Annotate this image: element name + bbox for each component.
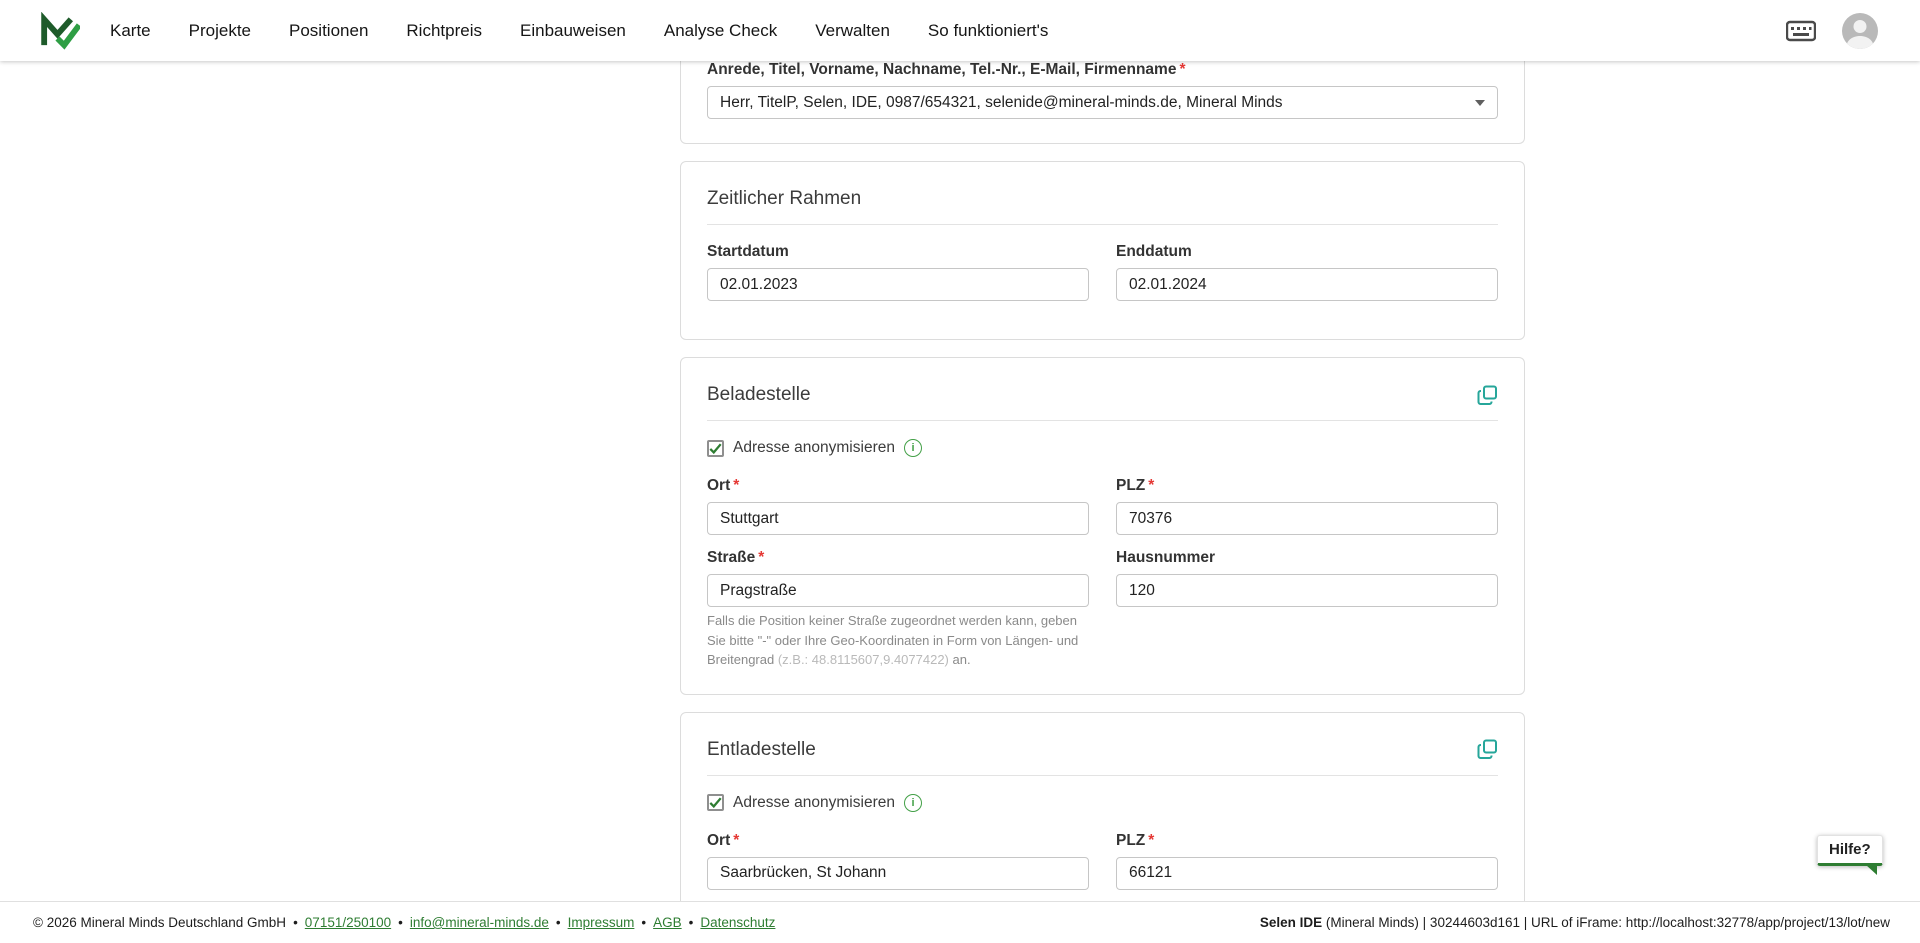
info-icon[interactable]: i xyxy=(904,794,922,812)
label-text: Ort xyxy=(707,477,730,494)
helper-example: (z.B.: 48.8115607,9.4077422) xyxy=(778,652,949,667)
entlade-ort-label: Ort* xyxy=(707,832,1089,850)
nav-item-analyse-check[interactable]: Analyse Check xyxy=(664,21,777,41)
divider xyxy=(707,224,1498,225)
nav-item-richtpreis[interactable]: Richtpreis xyxy=(406,21,482,41)
belade-hausnummer-input[interactable] xyxy=(1116,574,1498,607)
footer-link-agb[interactable]: AGB xyxy=(653,915,682,930)
mineral-minds-logo[interactable] xyxy=(40,12,80,50)
label-text: Straße xyxy=(707,549,755,566)
copy-icon[interactable] xyxy=(1477,739,1498,760)
contact-select[interactable]: Herr, TitelP, Selen, IDE, 0987/654321, s… xyxy=(707,86,1498,119)
divider xyxy=(707,775,1498,776)
anonymize-label: Adresse anonymisieren xyxy=(733,794,895,812)
contact-select-value: Herr, TitelP, Selen, IDE, 0987/654321, s… xyxy=(720,94,1283,112)
keyboard-icon[interactable] xyxy=(1786,20,1816,42)
required-asterisk: * xyxy=(733,477,739,494)
help-bubble-tail-icon xyxy=(1866,865,1877,875)
required-asterisk: * xyxy=(758,549,764,566)
nav-item-karte[interactable]: Karte xyxy=(110,21,151,41)
required-asterisk: * xyxy=(733,832,739,849)
separator: • xyxy=(641,915,646,930)
main-content: Anrede, Titel, Vorname, Nachname, Tel.-N… xyxy=(680,61,1525,943)
beladestelle-card: Beladestelle Adresse anonymisieren i Ort… xyxy=(680,357,1525,695)
belade-plz-input[interactable] xyxy=(1116,502,1498,535)
startdatum-input[interactable] xyxy=(707,268,1089,301)
belade-strasse-field: Straße* Falls die Position keiner Straße… xyxy=(707,549,1089,670)
separator: • xyxy=(556,915,561,930)
footer-left: © 2026 Mineral Minds Deutschland GmbH • … xyxy=(33,915,775,930)
belade-strasse-label: Straße* xyxy=(707,549,1089,567)
nav-item-projekte[interactable]: Projekte xyxy=(189,21,251,41)
footer-link-impressum[interactable]: Impressum xyxy=(568,915,635,930)
entlade-ort-input[interactable] xyxy=(707,857,1089,890)
enddatum-input[interactable] xyxy=(1116,268,1498,301)
contact-label-text: Anrede, Titel, Vorname, Nachname, Tel.-N… xyxy=(707,61,1176,78)
help-button[interactable]: Hilfe? xyxy=(1817,835,1883,866)
entlade-plz-label: PLZ* xyxy=(1116,832,1498,850)
label-text: Ort xyxy=(707,832,730,849)
chevron-down-icon xyxy=(1475,100,1485,106)
help-button-label: Hilfe? xyxy=(1829,841,1871,858)
nav-item-verwalten[interactable]: Verwalten xyxy=(815,21,890,41)
logo-icon xyxy=(40,12,80,50)
footer: © 2026 Mineral Minds Deutschland GmbH • … xyxy=(0,901,1920,943)
check-icon xyxy=(709,442,722,455)
copy-icon[interactable] xyxy=(1477,385,1498,406)
separator: • xyxy=(398,915,403,930)
startdatum-field: Startdatum xyxy=(707,243,1089,301)
timeframe-card: Zeitlicher Rahmen Startdatum Enddatum xyxy=(680,161,1525,340)
timeframe-title: Zeitlicher Rahmen xyxy=(707,188,1498,210)
belade-plz-label: PLZ* xyxy=(1116,477,1498,495)
footer-user: Selen IDE xyxy=(1260,915,1322,930)
footer-session-info: (Mineral Minds) | 30244603d161 | URL of … xyxy=(1326,915,1890,930)
footer-link-datenschutz[interactable]: Datenschutz xyxy=(700,915,775,930)
belade-hausnummer-field: Hausnummer xyxy=(1116,549,1498,670)
belade-plz-field: PLZ* xyxy=(1116,477,1498,535)
helper-part2: an. xyxy=(949,652,971,667)
footer-phone-link[interactable]: 07151/250100 xyxy=(305,915,391,930)
belade-ort-label: Ort* xyxy=(707,477,1089,495)
belade-hausnummer-label: Hausnummer xyxy=(1116,549,1498,567)
footer-copyright: © 2026 Mineral Minds Deutschland GmbH xyxy=(33,915,286,930)
label-text: PLZ xyxy=(1116,832,1145,849)
required-asterisk: * xyxy=(1148,477,1154,494)
entlade-plz-input[interactable] xyxy=(1116,857,1498,890)
main-nav: Karte Projekte Positionen Richtpreis Ein… xyxy=(110,21,1048,41)
enddatum-label: Enddatum xyxy=(1116,243,1498,261)
anonymize-label: Adresse anonymisieren xyxy=(733,439,895,457)
strasse-helper-text: Falls die Position keiner Straße zugeord… xyxy=(707,611,1089,670)
entlade-ort-field: Ort* xyxy=(707,832,1089,890)
belade-ort-input[interactable] xyxy=(707,502,1089,535)
anonymize-checkbox[interactable] xyxy=(707,440,724,457)
nav-item-positionen[interactable]: Positionen xyxy=(289,21,368,41)
info-icon[interactable]: i xyxy=(904,439,922,457)
navbar-right xyxy=(1786,13,1878,49)
user-icon xyxy=(1842,13,1878,49)
separator: • xyxy=(293,915,298,930)
entladestelle-title: Entladestelle xyxy=(707,739,816,761)
footer-right: Selen IDE (Mineral Minds) | 30244603d161… xyxy=(1260,915,1890,930)
enddatum-field: Enddatum xyxy=(1116,243,1498,301)
nav-item-so-funktionierts[interactable]: So funktioniert's xyxy=(928,21,1048,41)
anonymize-checkbox[interactable] xyxy=(707,794,724,811)
belade-ort-field: Ort* xyxy=(707,477,1089,535)
divider xyxy=(707,420,1498,421)
label-text: PLZ xyxy=(1116,477,1145,494)
beladestelle-title: Beladestelle xyxy=(707,384,811,406)
required-asterisk: * xyxy=(1148,832,1154,849)
check-icon xyxy=(709,796,722,809)
nav-item-einbauweisen[interactable]: Einbauweisen xyxy=(520,21,626,41)
avatar[interactable] xyxy=(1842,13,1878,49)
required-asterisk: * xyxy=(1179,61,1185,78)
belade-strasse-input[interactable] xyxy=(707,574,1089,607)
separator: • xyxy=(689,915,694,930)
footer-email-link[interactable]: info@mineral-minds.de xyxy=(410,915,549,930)
entlade-plz-field: PLZ* xyxy=(1116,832,1498,890)
startdatum-label: Startdatum xyxy=(707,243,1089,261)
contact-label: Anrede, Titel, Vorname, Nachname, Tel.-N… xyxy=(707,61,1498,79)
top-navbar: Karte Projekte Positionen Richtpreis Ein… xyxy=(0,0,1920,61)
